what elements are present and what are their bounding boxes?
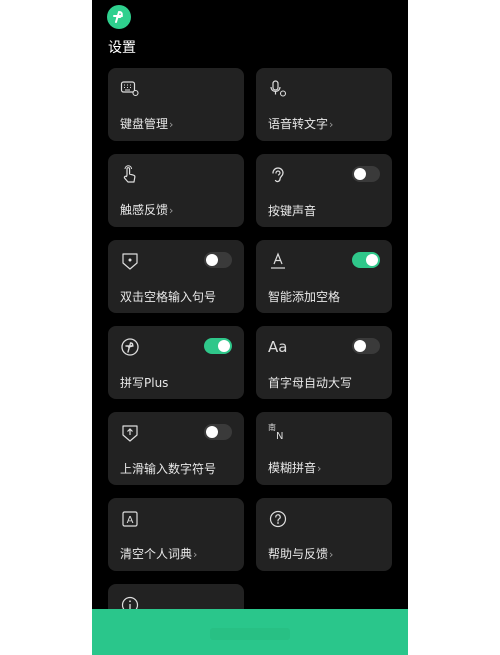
auto-capitalize-card: Aa 首字母自动大写 [256,326,392,399]
double-space-period-card: 双击空格输入句号 [108,240,244,313]
page-title: 设置 [108,40,136,56]
toggle-knob [354,168,366,180]
double-space-toggle[interactable] [204,252,232,268]
chevron-right-icon: › [169,118,174,131]
card-label: 键盘管理› [120,117,174,131]
letter-a-underline-icon [268,251,288,271]
fuzzy-pinyin-card[interactable]: 南 N 模糊拼音› [256,412,392,485]
microphone-settings-icon [268,79,288,99]
card-label: 清空个人词典› [120,547,198,561]
clear-dictionary-card[interactable]: A 清空个人词典› [108,498,244,571]
haptic-feedback-card[interactable]: 触感反馈› [108,154,244,227]
bottom-keyboard-bar [92,609,408,655]
settings-screen: 设置 键盘管理› 语音转文字› 触感反馈› 按键声音 双击空格输入句号 智能添加… [92,0,408,655]
card-label: 触感反馈› [120,203,174,217]
pinyin-plus-card: 拼写Plus [108,326,244,399]
swipe-up-toggle[interactable] [204,424,232,440]
touch-hand-icon [120,165,140,185]
toggle-knob [366,254,378,266]
ear-icon [268,165,288,185]
chevron-right-icon: › [317,462,322,475]
home-indicator[interactable] [210,628,290,640]
swipe-up-key-icon [120,423,140,443]
card-label: 语音转文字› [268,117,334,131]
card-label: 帮助与反馈› [268,547,334,561]
key-sound-card: 按键声音 [256,154,392,227]
card-label: 首字母自动大写 [268,376,353,390]
svg-text:A: A [127,515,134,526]
chevron-right-icon: › [169,204,174,217]
shield-dot-icon [120,251,140,271]
app-logo-icon [107,5,131,29]
auto-capitalize-toggle[interactable] [352,338,380,354]
letter-case-icon: Aa [268,338,288,356]
smart-space-toggle[interactable] [352,252,380,268]
fuzzy-pinyin-icon: 南 N [268,423,288,443]
card-label: 拼写Plus [120,376,169,390]
chevron-right-icon: › [329,118,334,131]
card-label: 智能添加空格 [268,290,341,304]
card-label: 上滑输入数字符号 [120,462,217,476]
boxed-a-icon: A [120,509,140,529]
swipe-up-symbols-card: 上滑输入数字符号 [108,412,244,485]
card-label: 模糊拼音› [268,461,322,475]
pinyin-plus-toggle[interactable] [204,338,232,354]
keyboard-settings-icon [120,79,140,99]
card-label: 双击空格输入句号 [120,290,217,304]
toggle-knob [218,340,230,352]
smart-space-card: 智能添加空格 [256,240,392,313]
keyboard-management-card[interactable]: 键盘管理› [108,68,244,141]
fuzzy-icon-bottom: N [276,431,284,442]
toggle-knob [354,340,366,352]
question-circle-icon [268,509,288,529]
key-sound-toggle[interactable] [352,166,380,182]
chevron-right-icon: › [329,548,334,561]
pinyin-plus-logo-icon [120,337,140,357]
chevron-right-icon: › [193,548,198,561]
toggle-knob [206,426,218,438]
help-feedback-card[interactable]: 帮助与反馈› [256,498,392,571]
card-label: 按键声音 [268,204,317,218]
speech-to-text-card[interactable]: 语音转文字› [256,68,392,141]
toggle-knob [206,254,218,266]
